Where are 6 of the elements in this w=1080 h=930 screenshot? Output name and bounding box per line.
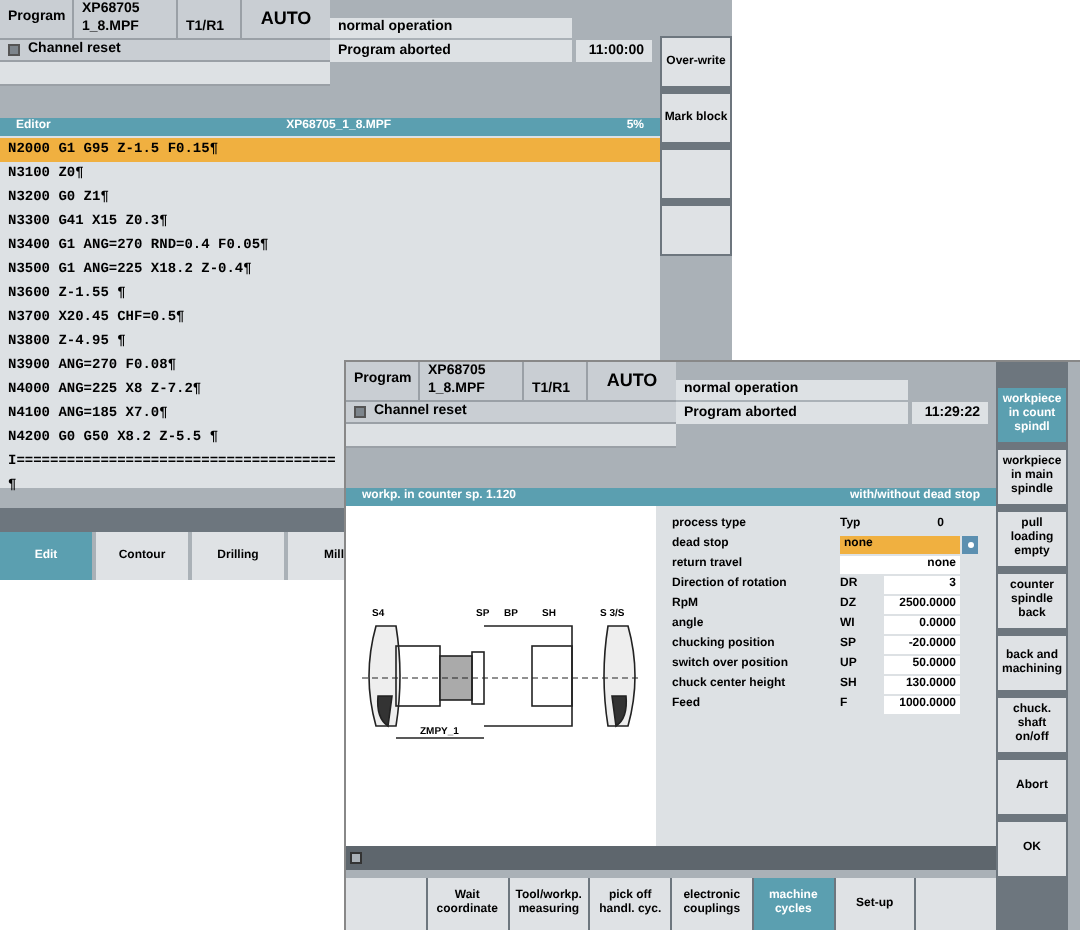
channel-icon <box>354 406 366 418</box>
dropdown-icon[interactable] <box>962 535 978 553</box>
blank-softkey <box>346 878 426 930</box>
grid-icon <box>350 852 362 864</box>
blank-softkey <box>916 878 996 930</box>
channel-icon <box>8 44 20 56</box>
